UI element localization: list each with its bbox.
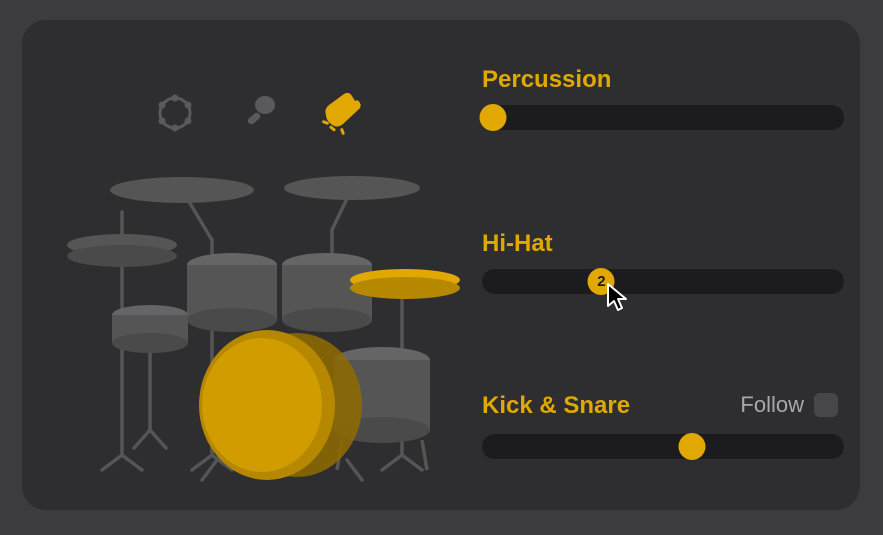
hihat-bottom-icon	[67, 245, 177, 267]
follow-checkbox[interactable]	[814, 393, 838, 417]
follow-toggle: Follow	[740, 392, 838, 418]
drumkit-illustration[interactable]	[62, 170, 462, 500]
kick-drum-icon	[199, 330, 362, 480]
follow-label: Follow	[740, 392, 804, 418]
drummer-panel: Percussion Hi-Hat 2 Kick & Snare Follow	[22, 20, 860, 510]
percussion-icon-row	[152, 90, 366, 136]
kicksnare-label: Kick & Snare	[482, 392, 630, 420]
kicksnare-slider-thumb[interactable]	[678, 433, 705, 460]
hihat-slider[interactable]: 2	[482, 269, 844, 294]
hihat-label: Hi-Hat	[482, 230, 553, 258]
hihat-slider-thumb[interactable]: 2	[588, 268, 615, 295]
hihat-slider-value-badge: 2	[588, 268, 615, 295]
crash-cymbal-right-icon	[284, 176, 420, 200]
percussion-label: Percussion	[482, 66, 611, 94]
kicksnare-slider[interactable]	[482, 434, 844, 459]
shaker-icon[interactable]	[236, 90, 282, 136]
percussion-slider[interactable]	[482, 105, 844, 130]
crash-cymbal-left-icon	[110, 177, 254, 203]
rack-tom-left-icon	[187, 253, 277, 332]
snare-icon	[112, 305, 188, 353]
handclap-icon[interactable]	[320, 90, 366, 136]
tambourine-icon[interactable]	[152, 90, 198, 136]
ride-cymbal-icon	[350, 269, 460, 299]
percussion-slider-thumb[interactable]	[479, 104, 506, 131]
